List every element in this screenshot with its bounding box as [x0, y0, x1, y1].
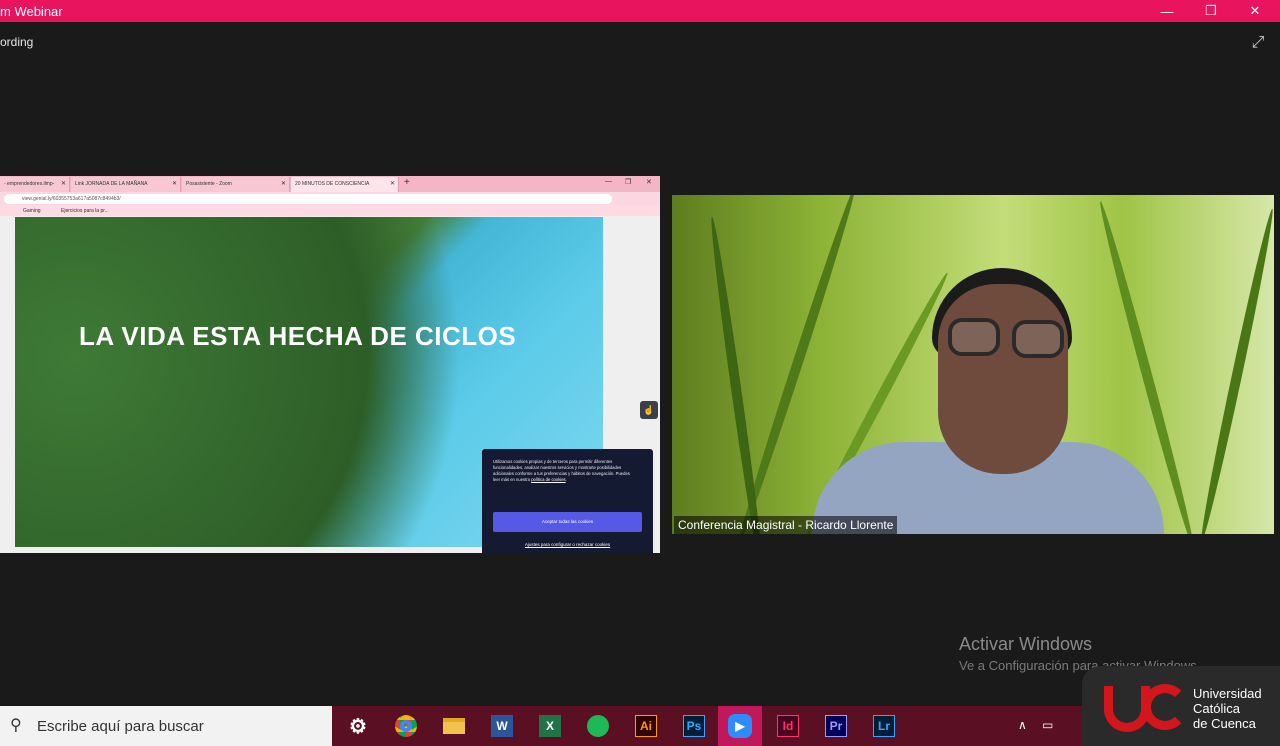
bookmark-item[interactable]: Gaming [23, 208, 41, 214]
accept-cookies-button[interactable]: Aceptar todas las cookies [493, 512, 642, 532]
url-field[interactable]: view.genial.ly/60355753a617a5087c8494b3/ [4, 194, 612, 204]
glasses-right [1012, 320, 1064, 358]
logo-text: Universidad Católica de Cuenca [1193, 686, 1262, 731]
browser-maximize-icon[interactable]: ❐ [625, 178, 631, 186]
browser-tab[interactable]: Posasistente - Zoom ✕ [182, 177, 290, 192]
cookie-settings-link[interactable]: Ajustes para configurar o rechazar cooki… [493, 542, 642, 547]
browser-tab[interactable]: Link JORNADA DE LA MAÑANA ✕ [71, 177, 181, 192]
fullscreen-icon[interactable]: ⤢ [1248, 34, 1268, 54]
browser-tab-active[interactable]: 20 MINUTOS DE CONSCIENCIA ✕ [291, 177, 399, 192]
search-placeholder: Escribe aquí para buscar [37, 718, 204, 735]
slide-title: LA VIDA ESTA HECHA DE CICLOS [79, 321, 517, 351]
zoom-icon[interactable]: ▶ [718, 706, 762, 746]
address-bar: view.genial.ly/60355753a617a5087c8494b3/ [0, 192, 660, 205]
premiere-icon[interactable]: Pr [818, 710, 854, 742]
grass-blade [1196, 207, 1274, 534]
close-icon[interactable]: ✕ [390, 180, 395, 187]
indesign-icon[interactable]: Id [770, 710, 806, 742]
battery-icon[interactable]: ▭ [1042, 718, 1053, 732]
bookmark-item[interactable]: Ejercicios para la pr... [61, 208, 109, 214]
speaker-face [938, 284, 1068, 474]
settings-gear-icon[interactable]: ⚙ [340, 710, 376, 742]
minimize-button[interactable]: — [1144, 0, 1190, 22]
window-title: m Webinar [0, 4, 63, 19]
spotify-icon[interactable] [580, 710, 616, 742]
close-button[interactable]: ✕ [1232, 0, 1278, 22]
photoshop-icon[interactable]: Ps [676, 710, 712, 742]
taskbar-search[interactable]: ⚲ Escribe aquí para buscar [0, 706, 332, 746]
activate-windows-title: Activar Windows [959, 634, 1093, 654]
browser-close-icon[interactable]: ✕ [646, 178, 652, 186]
illustrator-icon[interactable]: Ai [628, 710, 664, 742]
word-icon[interactable]: W [484, 710, 520, 742]
browser-minimize-icon[interactable]: — [605, 178, 612, 185]
excel-icon[interactable]: X [532, 710, 568, 742]
browser-tab[interactable]: - emprendedores.ilmp- ✕ [0, 177, 70, 192]
bookmarks-bar: Gaming Ejercicios para la pr... [0, 205, 660, 216]
lightroom-icon[interactable]: Lr [866, 710, 902, 742]
file-explorer-icon[interactable] [436, 710, 472, 742]
cookie-policy-link[interactable]: política de cookies [531, 477, 565, 482]
chevron-up-icon[interactable]: ∧ [1018, 718, 1027, 732]
cookie-text: Utilizamos cookies propias y de terceros… [493, 459, 630, 482]
glasses-left [948, 318, 1000, 356]
browser-tab-strip: - emprendedores.ilmp- ✕ Link JORNADA DE L… [0, 176, 660, 192]
new-tab-icon[interactable]: + [404, 177, 410, 188]
close-icon[interactable]: ✕ [172, 180, 177, 187]
logo-c-shape [1142, 684, 1188, 730]
shared-screen: - emprendedores.ilmp- ✕ Link JORNADA DE L… [0, 176, 660, 553]
recording-indicator: ording [0, 35, 34, 49]
zoom-title-bar: m Webinar — ❐ ✕ [0, 0, 1280, 22]
close-icon[interactable]: ✕ [61, 180, 66, 187]
chrome-icon[interactable] [388, 710, 424, 742]
cookie-banner: Utilizamos cookies propias y de terceros… [482, 449, 653, 553]
close-icon[interactable]: ✕ [281, 180, 286, 187]
search-icon: ⚲ [10, 717, 22, 734]
zoom-meeting-area: ording ⤢ - emprendedores.ilmp- ✕ Link JOR… [0, 22, 1280, 706]
university-logo: Universidad Católica de Cuenca [1082, 666, 1280, 746]
maximize-button[interactable]: ❐ [1188, 0, 1234, 22]
pointer-icon[interactable]: ☝ [640, 401, 658, 419]
participant-name-label: Conferencia Magistral - Ricardo Llorente [674, 516, 898, 534]
